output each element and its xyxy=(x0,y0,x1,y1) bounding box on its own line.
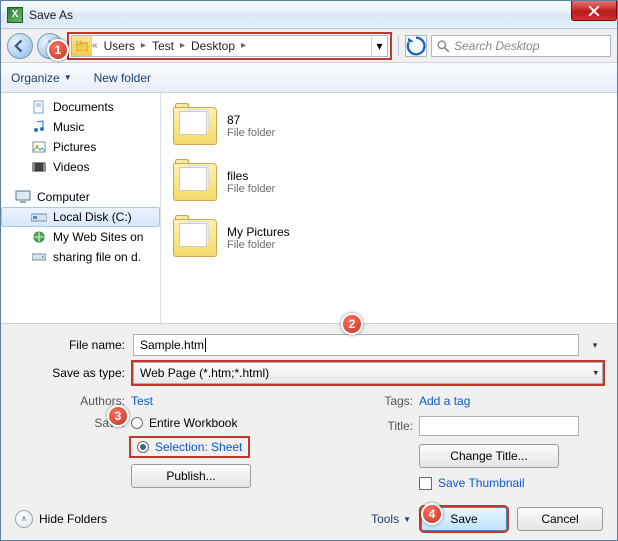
divider xyxy=(398,36,399,56)
save-thumbnail-checkbox[interactable] xyxy=(419,477,432,490)
folder-icon xyxy=(173,163,217,201)
radio-entire-label: Entire Workbook xyxy=(149,416,237,430)
authors-value[interactable]: Test xyxy=(131,394,153,408)
window-title: Save As xyxy=(29,8,73,22)
new-folder-label: New folder xyxy=(94,71,151,85)
chevron-right-icon: ▸ xyxy=(241,40,246,51)
savetype-value: Web Page (*.htm;*.html) xyxy=(140,366,269,380)
new-folder-button[interactable]: New folder xyxy=(94,71,151,85)
organize-menu[interactable]: Organize ▼ xyxy=(11,71,72,85)
refresh-button[interactable] xyxy=(405,35,427,57)
sidebar-item-music[interactable]: Music xyxy=(1,117,160,137)
excel-app-icon: X xyxy=(7,7,23,23)
list-item[interactable]: 87 File folder xyxy=(173,103,605,149)
sidebar-item-sharing[interactable]: sharing file on d. xyxy=(1,247,160,267)
file-list[interactable]: 87 File folder files File folder My Pict… xyxy=(161,93,617,323)
callout-4: 4 xyxy=(421,503,443,525)
drive-icon xyxy=(31,209,47,225)
address-bar-highlight: « Users ▸ Test ▸ Desktop ▸ ▾ xyxy=(67,32,392,60)
filename-value: Sample.htm xyxy=(140,338,204,352)
file-type: File folder xyxy=(227,127,275,139)
close-button[interactable] xyxy=(571,1,617,21)
file-name: My Pictures xyxy=(227,225,290,239)
callout-1: 1 xyxy=(47,39,69,61)
folder-icon xyxy=(72,36,92,56)
sidebar-item-local-disk[interactable]: Local Disk (C:) xyxy=(1,207,160,227)
file-type: File folder xyxy=(227,239,290,251)
music-icon xyxy=(31,119,47,135)
tags-label: Tags: xyxy=(373,394,413,408)
file-name: 87 xyxy=(227,113,275,127)
chevron-down-icon: ▼ xyxy=(403,515,411,524)
chevron-up-icon: ˄ xyxy=(15,510,33,528)
title-input[interactable] xyxy=(419,416,579,436)
documents-icon xyxy=(31,99,47,115)
file-type: File folder xyxy=(227,183,275,195)
list-item[interactable]: My Pictures File folder xyxy=(173,215,605,261)
address-dropdown[interactable]: ▾ xyxy=(371,36,387,56)
search-input[interactable]: Search Desktop xyxy=(431,35,611,57)
folder-icon xyxy=(173,107,217,145)
videos-icon xyxy=(31,159,47,175)
tags-value[interactable]: Add a tag xyxy=(419,394,470,408)
dialog-body: Documents Music Pictures Videos Computer xyxy=(1,93,617,324)
nav-sidebar: Documents Music Pictures Videos Computer xyxy=(1,93,161,323)
list-item[interactable]: files File folder xyxy=(173,159,605,205)
address-bar[interactable]: « Users ▸ Test ▸ Desktop ▸ ▾ xyxy=(71,35,388,57)
search-placeholder: Search Desktop xyxy=(454,39,606,53)
filename-input[interactable]: Sample.htm xyxy=(133,334,579,356)
radio-selection-label: Selection: Sheet xyxy=(155,440,242,454)
arrow-left-icon xyxy=(13,39,27,53)
chevron-down-icon: ▼ xyxy=(64,73,72,82)
close-icon xyxy=(588,5,600,17)
change-title-button[interactable]: Change Title... xyxy=(419,444,559,468)
dialog-footer: ˄ Hide Folders Tools ▼ Save Cancel xyxy=(1,498,617,540)
breadcrumb-test[interactable]: Test xyxy=(146,39,180,53)
publish-button[interactable]: Publish... xyxy=(131,464,251,488)
search-icon xyxy=(436,39,450,53)
sidebar-item-documents[interactable]: Documents xyxy=(1,97,160,117)
radio-selection-sheet[interactable] xyxy=(137,441,149,453)
savetype-label: Save as type: xyxy=(15,366,125,380)
folder-icon xyxy=(173,219,217,257)
hide-folders-button[interactable]: ˄ Hide Folders xyxy=(15,510,107,528)
sidebar-item-websites[interactable]: My Web Sites on xyxy=(1,227,160,247)
chevron-down-icon: ▾ xyxy=(593,368,598,379)
titlebar: X Save As xyxy=(1,1,617,29)
save-thumbnail-label: Save Thumbnail xyxy=(438,476,525,490)
computer-icon xyxy=(15,189,31,205)
refresh-icon xyxy=(406,36,426,56)
cancel-button[interactable]: Cancel xyxy=(517,507,603,531)
network-drive-icon xyxy=(31,249,47,265)
back-button[interactable] xyxy=(7,33,33,59)
breadcrumb-users[interactable]: Users xyxy=(98,39,141,53)
save-as-dialog: X Save As « Users ▸ Test ▸ Desktop ▸ xyxy=(0,0,618,541)
filename-history-dropdown[interactable]: ▾ xyxy=(587,340,603,351)
pictures-icon xyxy=(31,139,47,155)
web-icon xyxy=(31,229,47,245)
toolbar: Organize ▼ New folder xyxy=(1,63,617,93)
callout-2: 2 xyxy=(341,313,363,335)
file-name: files xyxy=(227,169,275,183)
filename-label: File name: xyxy=(15,338,125,352)
nav-row: « Users ▸ Test ▸ Desktop ▸ ▾ Search Desk… xyxy=(1,29,617,63)
radio-selection-highlight: Selection: Sheet xyxy=(131,438,248,456)
tools-menu[interactable]: Tools ▼ xyxy=(371,512,411,526)
savetype-combo[interactable]: Web Page (*.htm;*.html) ▾ xyxy=(133,362,603,384)
breadcrumb-desktop[interactable]: Desktop xyxy=(185,39,241,53)
save-form: File name: Sample.htm ▾ Save as type: We… xyxy=(1,324,617,498)
radio-entire-workbook[interactable] xyxy=(131,417,143,429)
sidebar-item-pictures[interactable]: Pictures xyxy=(1,137,160,157)
title-label: Title: xyxy=(373,419,413,433)
sidebar-group-computer[interactable]: Computer xyxy=(1,187,160,207)
organize-label: Organize xyxy=(11,71,60,85)
callout-3: 3 xyxy=(107,405,129,427)
sidebar-item-videos[interactable]: Videos xyxy=(1,157,160,177)
